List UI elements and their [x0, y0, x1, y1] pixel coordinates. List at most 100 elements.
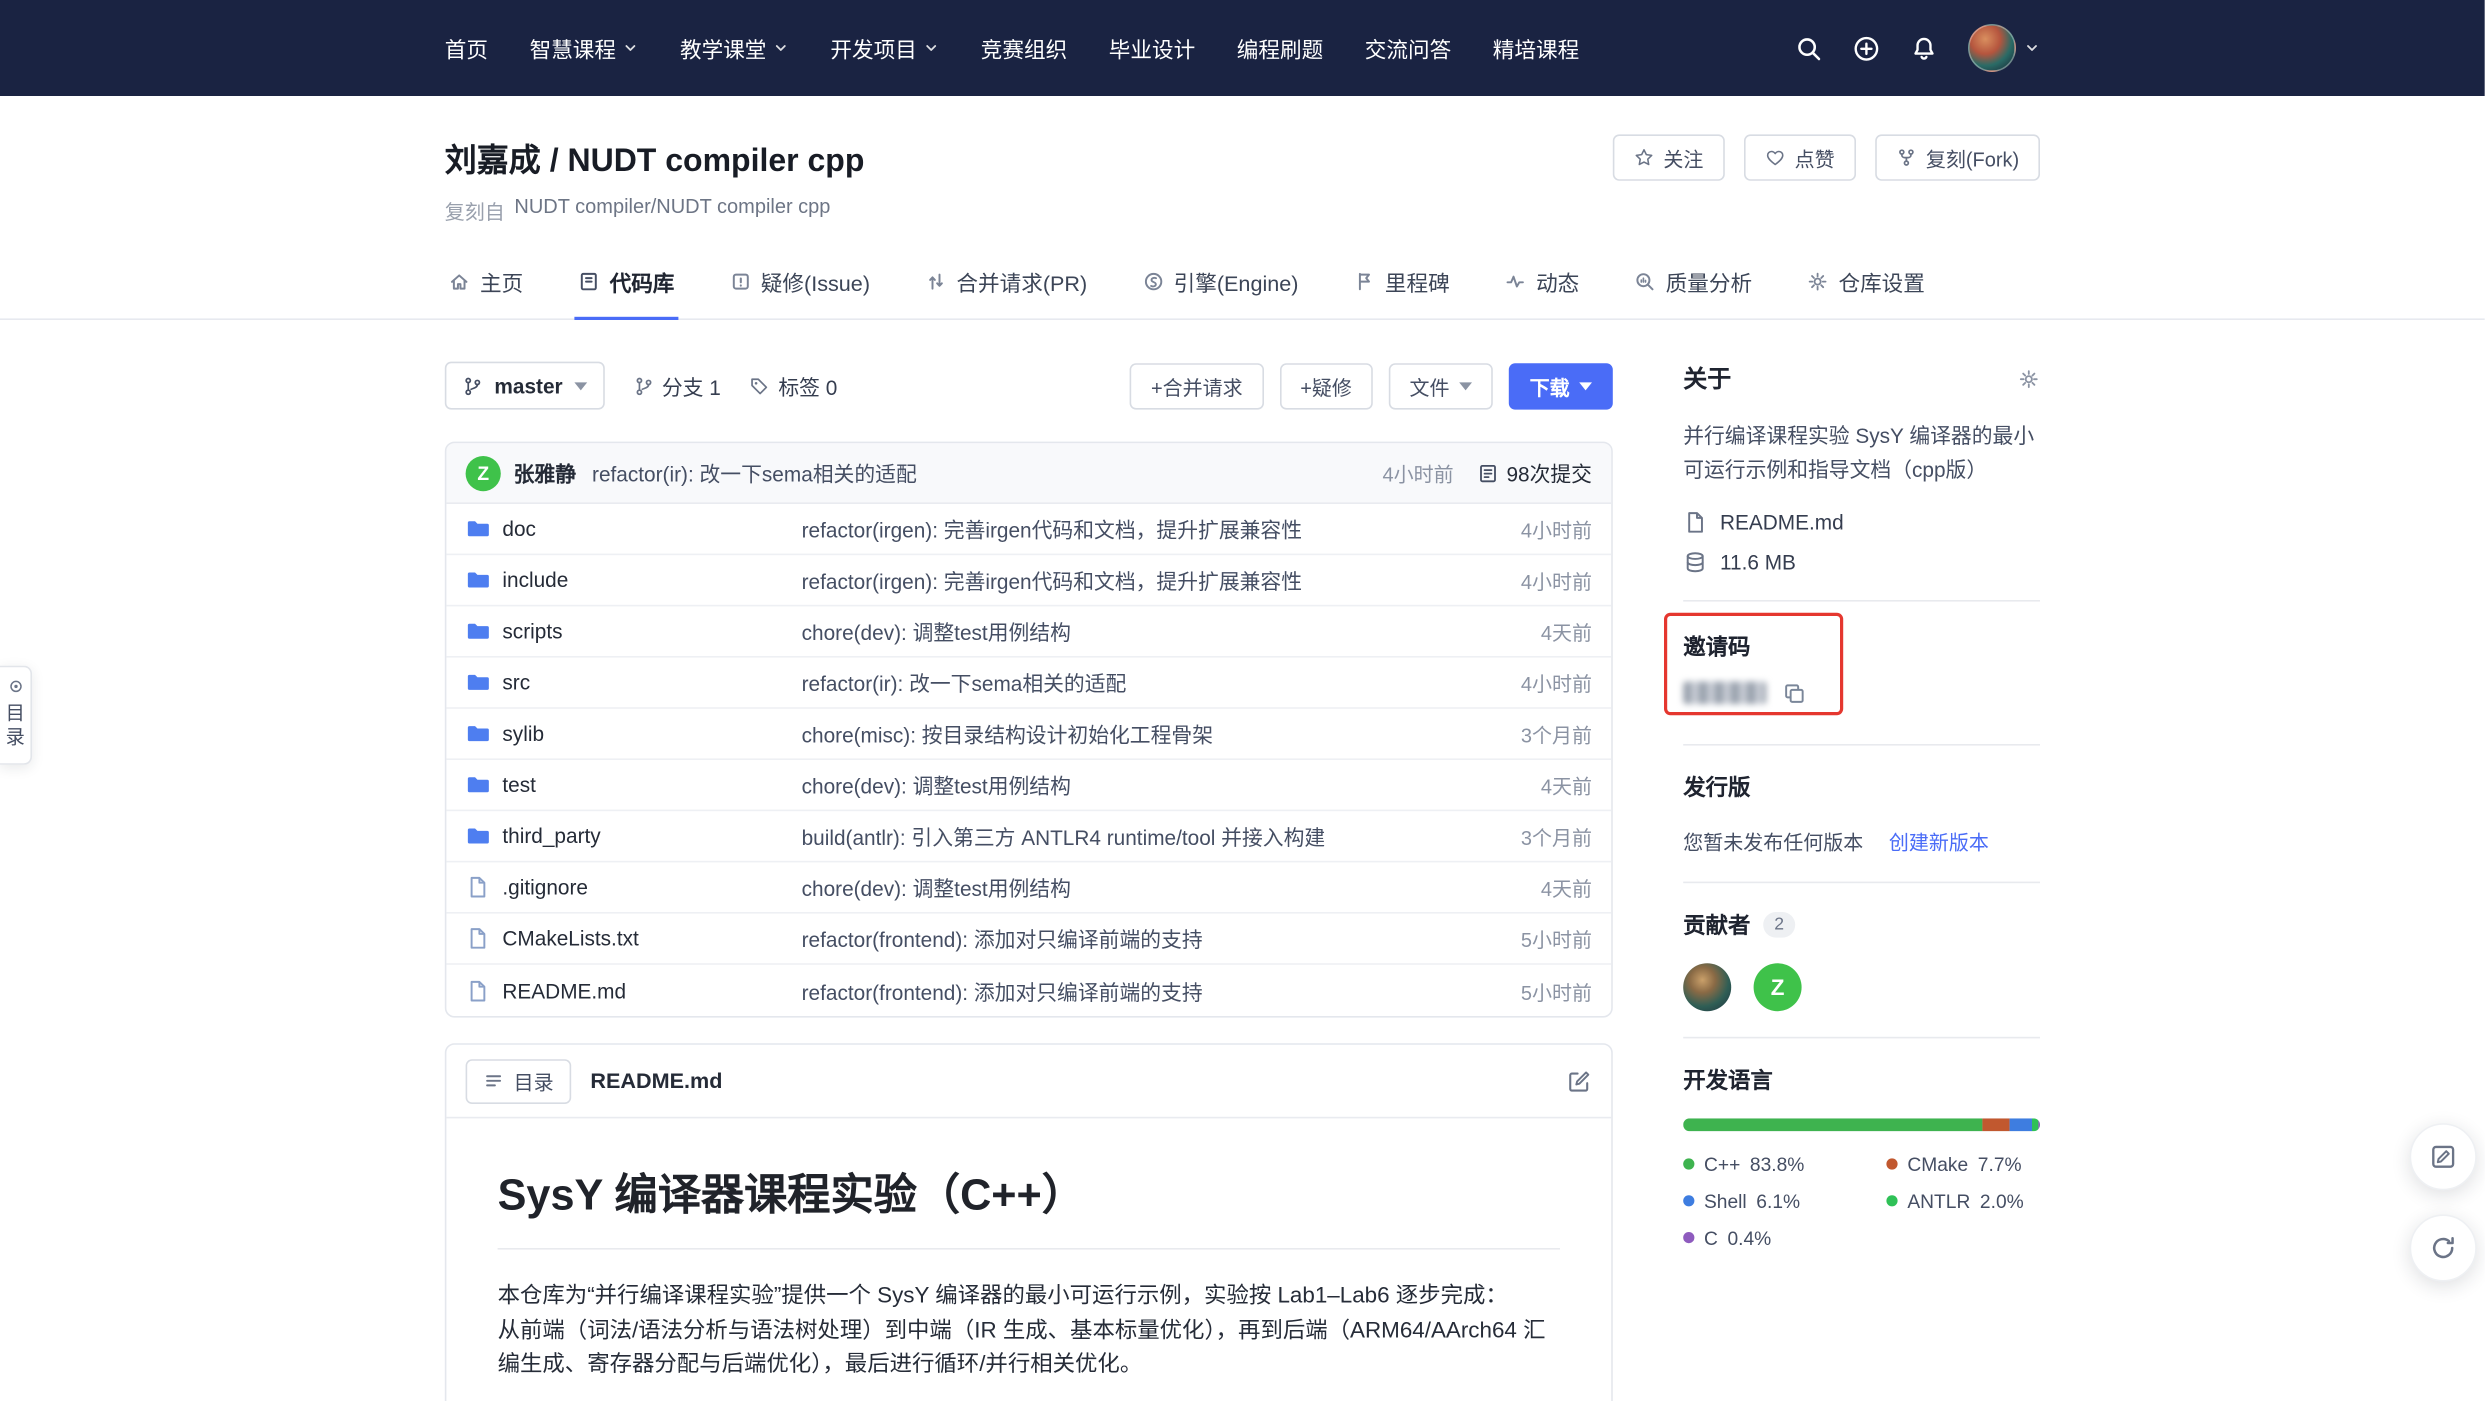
branch-selector[interactable]: master [445, 362, 604, 410]
folder-icon [466, 568, 490, 592]
contributor-avatar[interactable] [1683, 963, 1731, 1011]
repo-sidebar: 关于 并行编译课程实验 SysY 编译器的最小可运行示例和指导文档（cpp版） … [1683, 362, 2040, 1401]
chevron-down-icon [1579, 382, 1592, 390]
refresh-button[interactable] [2410, 1214, 2477, 1281]
file-commit-time: 4小时前 [1521, 514, 1592, 544]
file-commit-message[interactable]: chore(dev): 调整test用例结构 [802, 616, 1516, 646]
file-name-link[interactable]: README.md [466, 978, 802, 1002]
nav-item-dev-projects[interactable]: 开发项目 [830, 32, 939, 64]
nav-item-competitions[interactable]: 竞赛组织 [981, 32, 1067, 64]
file-menu-button[interactable]: 文件 [1389, 362, 1493, 408]
file-icon [466, 978, 490, 1002]
languages-section: 开发语言 C++83.8% CMake7.7% Shell6.1% ANTLR2… [1683, 1063, 2040, 1249]
latest-commit-bar: Z 张雅静 refactor(ir): 改一下sema相关的适配 4小时前 98… [446, 443, 1611, 504]
contributor-avatar[interactable]: Z [1754, 963, 1802, 1011]
table-row: src refactor(ir): 改一下sema相关的适配 4小时前 [446, 658, 1611, 709]
tab-issues[interactable]: 疑修(Issue) [726, 250, 874, 320]
quality-analysis-icon [1634, 270, 1656, 292]
tab-activity[interactable]: 动态 [1501, 250, 1583, 320]
nav-item-premium-courses[interactable]: 精培课程 [1493, 32, 1579, 64]
readme-filename: README.md [590, 1069, 722, 1093]
branch-count[interactable]: 分支 1 [633, 370, 721, 400]
create-release-link[interactable]: 创建新版本 [1889, 825, 1989, 855]
file-commit-message[interactable]: refactor(frontend): 添加对只编译前端的支持 [802, 923, 1496, 953]
fork-button[interactable]: 复刻(Fork) [1875, 134, 2040, 180]
avatar [1968, 24, 2016, 72]
tab-quality-analysis[interactable]: 质量分析 [1630, 250, 1755, 320]
tab-home[interactable]: 主页 [445, 250, 527, 320]
floating-toc-tab[interactable]: 目录 [0, 666, 32, 765]
file-icon [466, 875, 490, 899]
nav-item-home[interactable]: 首页 [445, 32, 488, 64]
readme-link[interactable]: README.md [1683, 510, 2040, 534]
nav-item-coding-practice[interactable]: 编程刷题 [1237, 32, 1323, 64]
like-button[interactable]: 点赞 [1743, 134, 1855, 180]
file-name-link[interactable]: .gitignore [466, 875, 802, 899]
file-name-link[interactable]: CMakeLists.txt [466, 926, 802, 950]
commit-message[interactable]: refactor(ir): 改一下sema相关的适配 [592, 458, 917, 488]
file-commit-message[interactable]: build(antlr): 引入第三方 ANTLR4 runtime/tool … [802, 821, 1496, 851]
file-name-link[interactable]: include [466, 568, 802, 592]
engine-icon [1142, 270, 1164, 292]
download-button[interactable]: 下载 [1509, 362, 1613, 408]
readme-toc-button[interactable]: 目录 [466, 1058, 572, 1103]
file-name-link[interactable]: doc [466, 517, 802, 541]
file-commit-message[interactable]: refactor(frontend): 添加对只编译前端的支持 [802, 975, 1496, 1005]
refresh-icon [2429, 1234, 2458, 1263]
file-commit-message[interactable]: refactor(irgen): 完善irgen代码和文档，提升扩展兼容性 [802, 514, 1496, 544]
copy-icon[interactable] [1782, 681, 1806, 705]
file-name-link[interactable]: third_party [466, 824, 802, 848]
commit-history-icon [1476, 462, 1498, 484]
tab-repo-settings[interactable]: 仓库设置 [1803, 250, 1928, 320]
file-name-link[interactable]: src [466, 670, 802, 694]
edit-readme-icon[interactable] [1566, 1068, 1592, 1094]
search-icon[interactable] [1795, 34, 1822, 61]
about-settings-gear-icon[interactable] [2018, 367, 2040, 389]
new-merge-request-button[interactable]: +合并请求 [1130, 362, 1263, 408]
table-row: third_party build(antlr): 引入第三方 ANTLR4 r… [446, 811, 1611, 862]
folder-icon [466, 670, 490, 694]
forked-from-link[interactable]: NUDT compiler/NUDT compiler cpp [514, 195, 830, 225]
nav-item-qa[interactable]: 交流问答 [1365, 32, 1451, 64]
folder-icon [466, 773, 490, 797]
list-icon [483, 1070, 504, 1091]
forked-from: 复刻自 NUDT compiler/NUDT compiler cpp [445, 195, 2040, 225]
file-commit-time: 5小时前 [1521, 975, 1592, 1005]
notifications-bell-icon[interactable] [1910, 34, 1937, 61]
user-menu[interactable] [1968, 24, 2040, 72]
commit-author[interactable]: 张雅静 [514, 458, 576, 488]
file-commit-message[interactable]: chore(dev): 调整test用例结构 [802, 770, 1516, 800]
table-row: .gitignore chore(dev): 调整test用例结构 4天前 [446, 862, 1611, 913]
file-commit-message[interactable]: chore(misc): 按目录结构设计初始化工程骨架 [802, 718, 1496, 748]
repo-actions: 关注 点赞 复刻(Fork) [1612, 134, 2040, 180]
new-issue-button[interactable]: +疑修 [1279, 362, 1372, 408]
tab-engine[interactable]: 引擎(Engine) [1138, 250, 1301, 320]
file-commit-message[interactable]: refactor(ir): 改一下sema相关的适配 [802, 667, 1496, 697]
readme-heading: SysY 编译器课程实验（C++） [498, 1160, 1560, 1250]
tab-code[interactable]: 代码库 [574, 250, 677, 320]
tab-pull-requests[interactable]: 合并请求(PR) [921, 250, 1090, 320]
commit-count-link[interactable]: 98次提交 [1476, 458, 1592, 488]
file-name-link[interactable]: scripts [466, 619, 802, 643]
commit-author-avatar[interactable]: Z [466, 455, 501, 490]
file-commit-time: 5小时前 [1521, 923, 1592, 953]
repo-description: 并行编译课程实验 SysY 编译器的最小可运行示例和指导文档（cpp版） [1683, 421, 2040, 488]
create-new-icon[interactable] [1853, 34, 1880, 61]
invite-code-title: 邀请码 [1683, 633, 1750, 659]
file-commit-message[interactable]: chore(dev): 调整test用例结构 [802, 872, 1516, 902]
nav-item-teaching-classroom[interactable]: 教学课堂 [680, 32, 789, 64]
file-commit-message[interactable]: refactor(irgen): 完善irgen代码和文档，提升扩展兼容性 [802, 565, 1496, 595]
tag-count[interactable]: 标签 0 [750, 370, 838, 400]
table-row: README.md refactor(frontend): 添加对只编译前端的支… [446, 965, 1611, 1016]
file-name-link[interactable]: sylib [466, 722, 802, 746]
nav-item-smart-courses[interactable]: 智慧课程 [530, 32, 639, 64]
nav-item-graduation-design[interactable]: 毕业设计 [1109, 32, 1195, 64]
language-bar [1683, 1118, 2040, 1131]
page: 首页 智慧课程 教学课堂 开发项目 竞赛组织 毕业设计 编程刷题 交流问答 精培… [0, 0, 2485, 1401]
tab-milestones[interactable]: 里程碑 [1350, 250, 1453, 320]
watch-button[interactable]: 关注 [1612, 134, 1724, 180]
divider [1683, 1036, 2040, 1038]
feedback-button[interactable] [2410, 1123, 2477, 1190]
file-name-link[interactable]: test [466, 773, 802, 797]
table-row: sylib chore(misc): 按目录结构设计初始化工程骨架 3个月前 [446, 709, 1611, 760]
